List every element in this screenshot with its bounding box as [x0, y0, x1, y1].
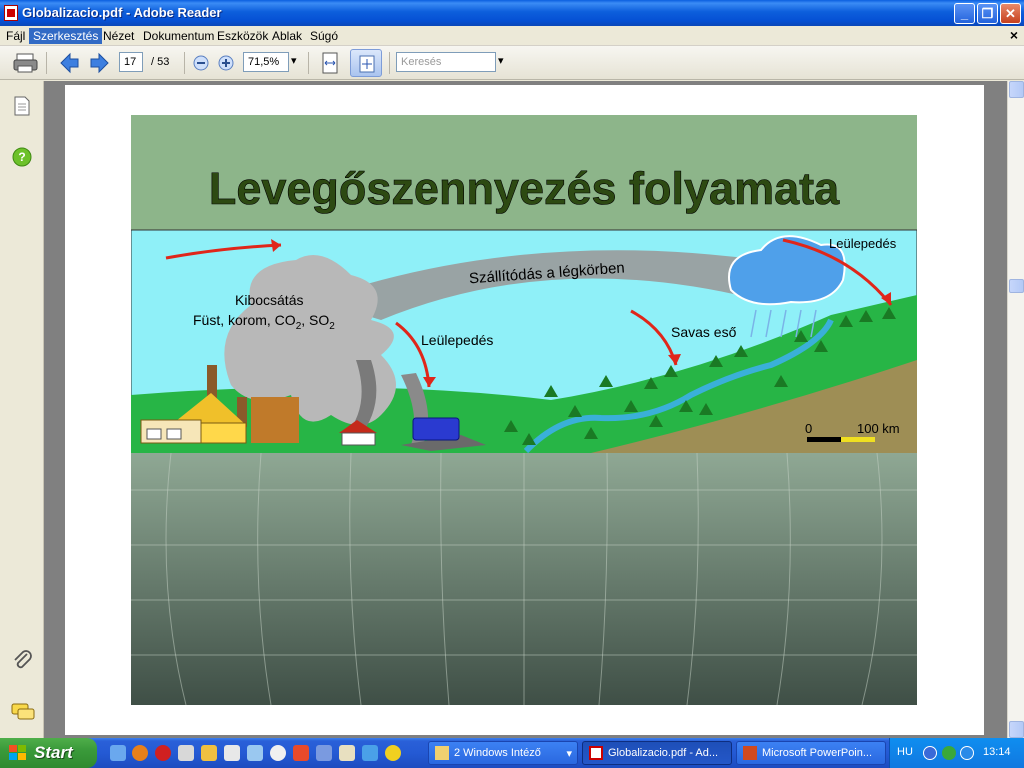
restore-button[interactable]: ❐	[977, 3, 998, 24]
quicklaunch-app9-icon[interactable]	[362, 745, 378, 761]
quicklaunch-opera-icon[interactable]	[155, 745, 171, 761]
scroll-down-button[interactable]	[1009, 721, 1024, 738]
slide-title: Levegőszennyezés folyamata	[209, 163, 840, 214]
zoom-out-icon[interactable]	[192, 51, 210, 75]
fit-page-icon	[359, 55, 375, 73]
quicklaunch-firefox-icon[interactable]	[132, 745, 148, 761]
quicklaunch-app3-icon[interactable]	[224, 745, 240, 761]
system-tray: HU 13:14	[889, 738, 1024, 768]
label-deposition-near: Leülepedés	[421, 332, 493, 348]
pdf-icon	[4, 5, 18, 21]
zoom-in-icon[interactable]	[217, 51, 235, 75]
language-indicator[interactable]: HU	[897, 746, 913, 758]
menu-document[interactable]: Dokumentum	[139, 28, 218, 44]
adobe-reader-window: Globalizacio.pdf - Adobe Reader _ ❐ ✕ Fá…	[0, 0, 1024, 738]
print-icon[interactable]	[12, 51, 40, 75]
page-total: / 53	[151, 56, 170, 68]
slide: Levegőszennyezés folyamata Szállítódás a…	[131, 115, 917, 705]
tray-messenger-icon[interactable]	[960, 746, 974, 760]
task-powerpoint[interactable]: Microsoft PowerPoin...	[736, 741, 886, 765]
fit-page-button[interactable]	[350, 49, 382, 77]
menu-help[interactable]: Súgó	[306, 28, 342, 44]
svg-text:?: ?	[18, 150, 25, 164]
menu-file[interactable]: Fájl	[2, 28, 29, 44]
label-acid-rain: Savas eső	[671, 324, 737, 340]
folder-icon	[435, 746, 449, 760]
quicklaunch-app5-icon[interactable]	[270, 745, 286, 761]
show-hidden-icons-icon[interactable]	[923, 746, 937, 760]
page-number-input[interactable]: 17	[119, 52, 143, 72]
task-adobe-reader[interactable]: Globalizacio.pdf - Ad...	[582, 741, 732, 765]
pdf-icon	[589, 746, 603, 760]
next-page-icon[interactable]	[89, 51, 111, 75]
minimize-button[interactable]: _	[954, 3, 975, 24]
menu-bar: Fájl Szerkesztés Nézet Dokumentum Eszköz…	[0, 26, 1024, 46]
scale-zero: 0	[805, 421, 812, 436]
quicklaunch-app7-icon[interactable]	[316, 745, 332, 761]
help-icon[interactable]: ?	[11, 146, 33, 168]
menu-window[interactable]: Ablak	[268, 28, 306, 44]
menu-view[interactable]: Nézet	[99, 28, 138, 44]
search-dropdown-icon[interactable]: ▾	[498, 54, 504, 67]
group-dropdown-icon: ▾	[566, 748, 572, 760]
start-label: Start	[34, 743, 73, 762]
comments-icon[interactable]	[10, 701, 36, 723]
pdf-page: Levegőszennyezés folyamata Szállítódás a…	[65, 85, 984, 735]
quicklaunch-app2-icon[interactable]	[201, 745, 217, 761]
task-windows-explorer[interactable]: 2 Windows Intéző ▾	[428, 741, 578, 765]
taskbar: Start 2 Windows Intéző ▾ Globalizacio.pd…	[0, 738, 1024, 768]
toolbar: 17 / 53 71,5% ▾ Keresés ▾	[0, 46, 1024, 80]
scroll-thumb[interactable]	[1009, 279, 1024, 293]
powerpoint-icon	[743, 746, 757, 760]
label-emission: Kibocsátás	[235, 292, 303, 308]
quicklaunch-chrome-icon[interactable]	[385, 745, 401, 761]
label-deposition-far: Leülepedés	[829, 236, 897, 251]
tray-app-icon[interactable]	[942, 746, 956, 760]
title-bar[interactable]: Globalizacio.pdf - Adobe Reader _ ❐ ✕	[0, 0, 1024, 26]
clock: 13:14	[983, 746, 1011, 758]
pages-icon[interactable]	[12, 95, 32, 117]
quicklaunch-ie-icon[interactable]	[110, 745, 126, 761]
scale-km: 100 km	[857, 421, 900, 436]
zoom-dropdown-icon[interactable]: ▾	[291, 54, 297, 67]
windows-logo-icon	[9, 745, 26, 760]
menu-tools[interactable]: Eszközök	[213, 28, 272, 44]
window-title: Globalizacio.pdf - Adobe Reader	[22, 5, 222, 20]
quicklaunch-app8-icon[interactable]	[339, 745, 355, 761]
document-area[interactable]: Levegőszennyezés folyamata Szállítódás a…	[44, 81, 1007, 738]
quicklaunch-app-icon[interactable]	[178, 745, 194, 761]
search-input[interactable]: Keresés	[396, 52, 496, 72]
menu-edit[interactable]: Szerkesztés	[29, 28, 103, 44]
fit-width-icon[interactable]	[318, 51, 342, 75]
attachment-icon[interactable]	[12, 649, 34, 673]
quicklaunch-app6-icon[interactable]	[293, 745, 309, 761]
scroll-up-button[interactable]	[1009, 81, 1024, 98]
zoom-level-input[interactable]: 71,5%	[243, 52, 289, 72]
close-button[interactable]: ✕	[1000, 3, 1021, 24]
vertical-scrollbar[interactable]	[1007, 81, 1024, 738]
quicklaunch-app4-icon[interactable]	[247, 745, 263, 761]
previous-page-icon[interactable]	[58, 51, 80, 75]
start-button[interactable]: Start	[0, 738, 97, 768]
navigation-panel: ?	[0, 81, 44, 738]
document-close-icon[interactable]: ×	[1010, 27, 1018, 43]
truck	[412, 417, 460, 441]
